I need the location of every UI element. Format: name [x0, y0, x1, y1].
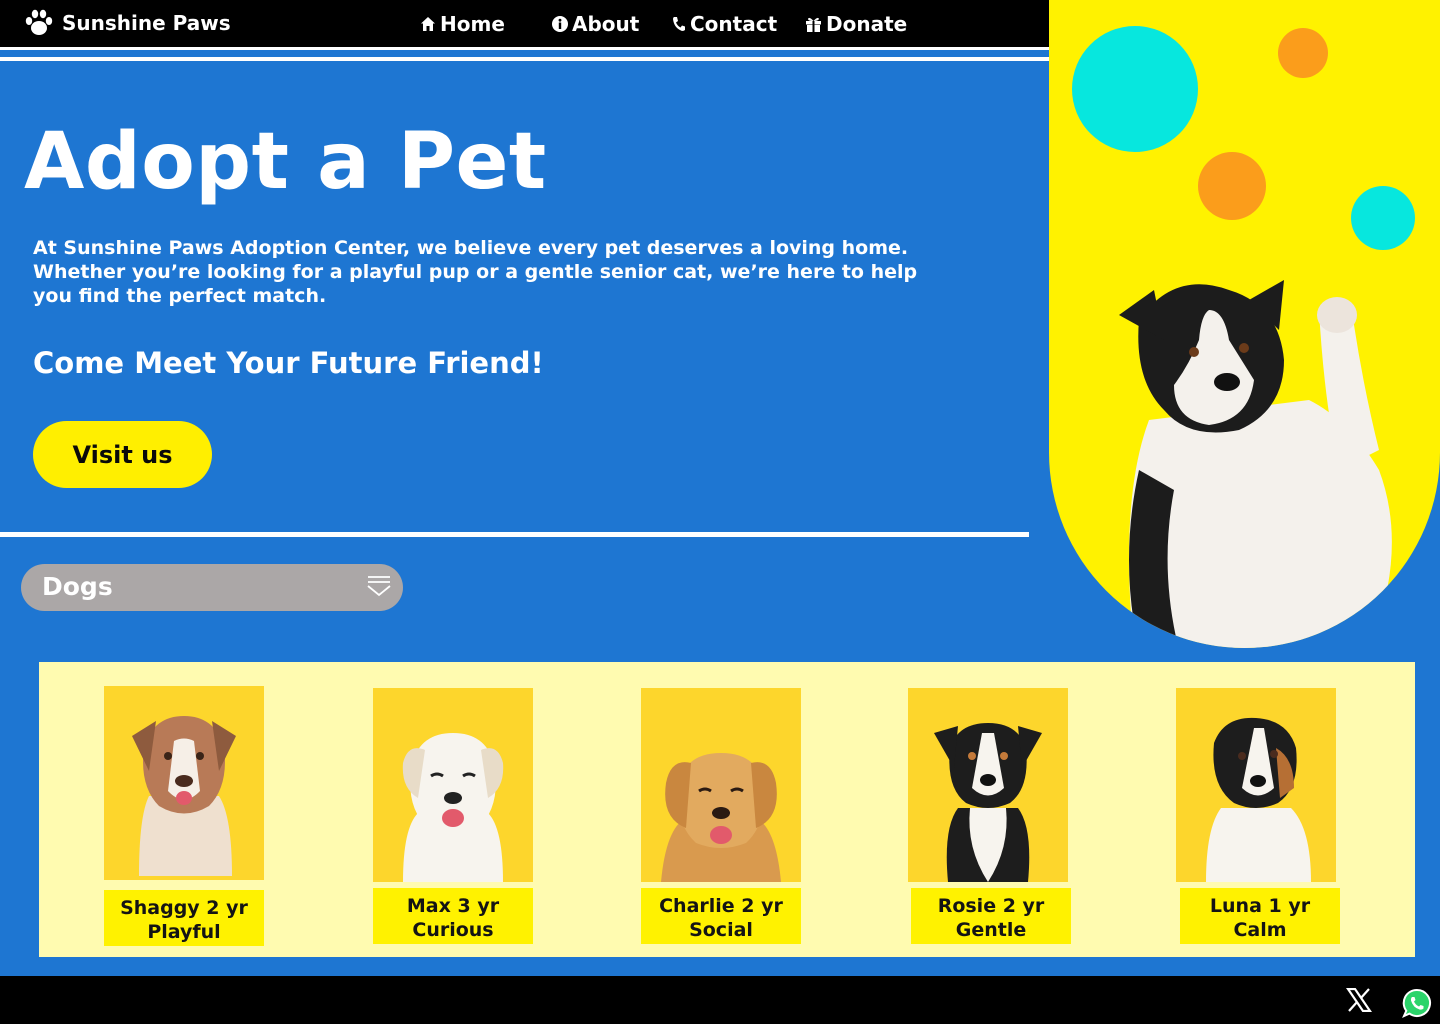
gift-icon — [806, 17, 821, 32]
page-title: Adopt a Pet — [24, 117, 547, 207]
pet-trait: Curious — [412, 919, 494, 941]
pet-caption: Luna 1 yr Calm — [1180, 888, 1340, 944]
pet-name-age: Luna 1 yr — [1209, 895, 1311, 917]
dog-photo-white — [402, 733, 504, 882]
nav-about-label: About — [572, 12, 640, 36]
decor-circle-turquoise — [1072, 26, 1198, 152]
phone-icon — [673, 17, 685, 31]
nav-home[interactable]: Home — [420, 8, 505, 40]
info-icon — [552, 16, 568, 32]
x-logo-icon[interactable] — [1346, 988, 1372, 1012]
pet-photo — [1176, 688, 1336, 882]
pet-trait: Playful — [147, 921, 221, 943]
pet-trait: Calm — [1233, 919, 1287, 941]
chevron-down-icon — [367, 576, 391, 597]
nav-about[interactable]: About — [552, 8, 639, 40]
decor-circle-turquoise — [1351, 186, 1415, 250]
pet-name-age: Shaggy 2 yr — [120, 897, 248, 919]
pet-card[interactable]: Luna 1 yr Calm — [1176, 688, 1340, 944]
pet-gallery: Shaggy 2 yr Playful Max 3 yr Curious Cha… — [39, 662, 1415, 957]
footer — [0, 976, 1440, 1024]
pet-photo — [104, 686, 264, 880]
dog-photo-golden — [661, 753, 781, 882]
waving-dog-image — [1119, 280, 1392, 648]
section-divider — [0, 532, 1029, 537]
pet-photo — [641, 688, 801, 882]
visit-us-button[interactable]: Visit us — [33, 421, 212, 488]
pet-name-age: Max 3 yr — [406, 895, 500, 917]
decor-circle-orange — [1278, 28, 1328, 78]
dog-photo-merle — [132, 716, 236, 876]
nav-home-label: Home — [440, 12, 505, 36]
nav-contact-label: Contact — [690, 12, 778, 36]
header-stripe — [0, 61, 1049, 65]
nav-contact[interactable]: Contact — [672, 8, 777, 40]
whatsapp-icon[interactable] — [1402, 988, 1432, 1018]
brand-name: Sunshine Paws — [62, 11, 231, 35]
pet-caption: Max 3 yr Curious — [373, 888, 533, 944]
pet-card[interactable]: Rosie 2 yr Gentle — [908, 688, 1071, 944]
nav-donate-label: Donate — [826, 12, 908, 36]
species-select-value: Dogs — [42, 572, 113, 601]
pet-trait: Social — [689, 919, 753, 941]
species-select[interactable]: Dogs — [21, 564, 403, 611]
dog-photo-tricolor — [934, 723, 1042, 882]
pet-name-age: Charlie 2 yr — [659, 895, 783, 917]
pet-caption: Charlie 2 yr Social — [641, 888, 801, 944]
hero-subtitle: Come Meet Your Future Friend! — [33, 346, 544, 380]
pet-card[interactable]: Shaggy 2 yr Playful — [104, 686, 264, 946]
decor-circle-orange — [1198, 152, 1266, 220]
nav-donate[interactable]: Donate — [805, 8, 907, 40]
pet-trait: Gentle — [955, 919, 1027, 941]
brand[interactable]: Sunshine Paws — [24, 8, 231, 38]
header-stripe — [0, 50, 1049, 57]
pet-caption: Rosie 2 yr Gentle — [911, 888, 1071, 944]
pet-photo — [908, 688, 1068, 882]
pet-card[interactable]: Max 3 yr Curious — [373, 688, 533, 944]
top-nav-bar: Sunshine Paws Home About Contact Donate — [0, 0, 1049, 47]
paw-icon — [25, 9, 53, 35]
pet-name-age: Rosie 2 yr — [937, 895, 1045, 917]
pet-card[interactable]: Charlie 2 yr Social — [641, 688, 801, 944]
home-icon — [421, 17, 435, 31]
dog-photo-tricolor — [1206, 717, 1311, 882]
pet-photo — [373, 688, 533, 882]
hero-image-panel — [1049, 0, 1440, 648]
pet-caption: Shaggy 2 yr Playful — [104, 890, 264, 946]
hero-description: At Sunshine Paws Adoption Center, we bel… — [33, 237, 918, 307]
